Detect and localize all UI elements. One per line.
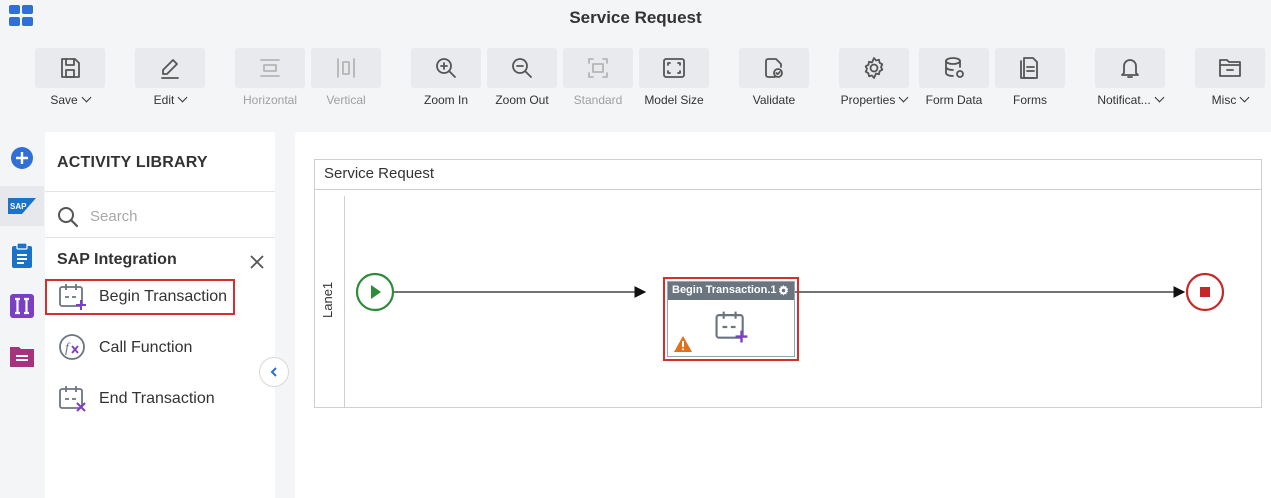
left-rail: SAP [0,132,44,498]
activity-library-title: ACTIVITY LIBRARY [57,154,208,171]
task-title: Begin Transaction.1 [672,284,777,296]
model-size-label: Model Size [644,93,704,107]
tasks-tab[interactable] [4,236,40,276]
page-title: Service Request [569,8,702,27]
standard-size-icon [588,58,608,78]
calendar-plus-icon [715,311,748,343]
vertical-button[interactable]: Vertical [310,48,382,107]
horizontal-label: Horizontal [242,93,298,107]
validate-label: Validate [752,93,796,107]
validate-icon [765,58,783,78]
function-icon: f [59,334,85,360]
stop-icon [1200,287,1210,297]
calendar-plus-icon [59,284,86,310]
zoom-out-icon [512,58,532,78]
activity-library-panel: ACTIVITY LIBRARY Search SAP Integration … [45,132,275,498]
misc-button[interactable]: Misc [1194,48,1266,107]
chevron-down-icon [177,92,188,103]
gear-icon[interactable] [777,284,790,297]
model-size-button[interactable]: Model Size [638,48,710,107]
library-item-label: Call Function [99,339,193,356]
chevron-down-icon [1154,92,1165,103]
plus-circle-icon [11,147,33,169]
forms-label: Forms [1013,93,1047,107]
form-data-label: Form Data [925,93,983,107]
standard-label: Standard [573,93,623,107]
notifications-button[interactable]: Notificat... [1094,48,1166,107]
horizontal-button[interactable]: Horizontal [234,48,306,107]
process-designer: Service Request Save Edit Horizontal Ver… [0,0,1271,498]
zoom-in-icon [436,58,456,78]
fit-screen-icon [663,58,685,78]
database-icon [945,57,964,78]
task-begin-transaction[interactable]: Begin Transaction.1 [663,277,799,361]
gear-icon [864,57,884,79]
zoom-out-button[interactable]: Zoom Out [486,48,558,107]
pool[interactable]: Service Request Lane1 Begin Transaction.… [314,159,1262,408]
misc-label: Misc [1211,93,1237,107]
chevron-down-icon [1239,92,1250,103]
add-activity-button[interactable] [4,138,40,178]
standard-button[interactable]: Standard [562,48,634,107]
documents-tab[interactable] [4,336,40,376]
toolbar: Save Edit Horizontal Vertical Zoom In Zo… [0,38,1271,116]
save-icon [61,58,80,78]
sap-logo-icon: SAP [8,198,36,214]
library-item-label: Begin Transaction [99,288,228,305]
end-event[interactable] [1185,272,1225,312]
library-item-label: End Transaction [99,390,215,407]
vertical-label: Vertical [326,93,366,107]
task-header: Begin Transaction.1 [668,282,794,300]
save-label: Save [50,93,78,107]
calendar-x-icon [59,386,86,412]
collapse-panel-button[interactable] [259,357,289,387]
close-icon [250,255,264,269]
document-folder-icon [10,347,34,367]
start-event[interactable] [355,272,395,312]
validate-button[interactable]: Validate [738,48,810,107]
chevron-down-icon [898,92,909,103]
zoom-out-label: Zoom Out [495,93,549,107]
search-input[interactable]: Search [57,204,267,230]
folder-icon [1219,59,1241,77]
warning-icon[interactable] [674,336,692,352]
title-bar: Service Request [0,0,1271,38]
save-button[interactable]: Save [34,48,106,107]
library-item-call-function[interactable]: f Call Function [47,330,237,366]
search-icon [58,207,79,228]
variables-icon [10,294,34,318]
edit-label: Edit [153,93,175,107]
zoom-in-button[interactable]: Zoom In [410,48,482,107]
vertical-layout-icon [337,58,355,78]
close-group-button[interactable] [248,253,266,271]
search-placeholder: Search [90,208,138,225]
process-canvas[interactable]: Service Request Lane1 Begin Transaction.… [295,132,1271,498]
forms-button[interactable]: Forms [994,48,1066,107]
svg-text:f: f [65,341,71,356]
divider [45,237,275,238]
bell-icon [1121,59,1139,78]
chevron-left-icon [270,367,277,377]
forms-icon [1020,57,1038,79]
clipboard-icon [12,243,32,268]
variables-tab[interactable] [4,286,40,326]
properties-label: Properties [840,93,896,107]
chevron-down-icon [81,92,92,103]
sap-logo-text: SAP [10,202,27,211]
horizontal-layout-icon [260,59,280,77]
edit-button[interactable]: Edit [134,48,206,107]
pencil-icon [161,59,179,79]
form-data-button[interactable]: Form Data [918,48,990,107]
group-title: SAP Integration [57,251,177,268]
divider [45,191,275,192]
zoom-in-label: Zoom In [423,93,468,107]
library-item-begin-transaction[interactable]: Begin Transaction [45,279,235,315]
properties-button[interactable]: Properties [838,48,910,107]
sap-integration-tab[interactable]: SAP [0,186,44,226]
notifications-label: Notificat... [1097,93,1151,107]
library-item-end-transaction[interactable]: End Transaction [47,381,237,417]
